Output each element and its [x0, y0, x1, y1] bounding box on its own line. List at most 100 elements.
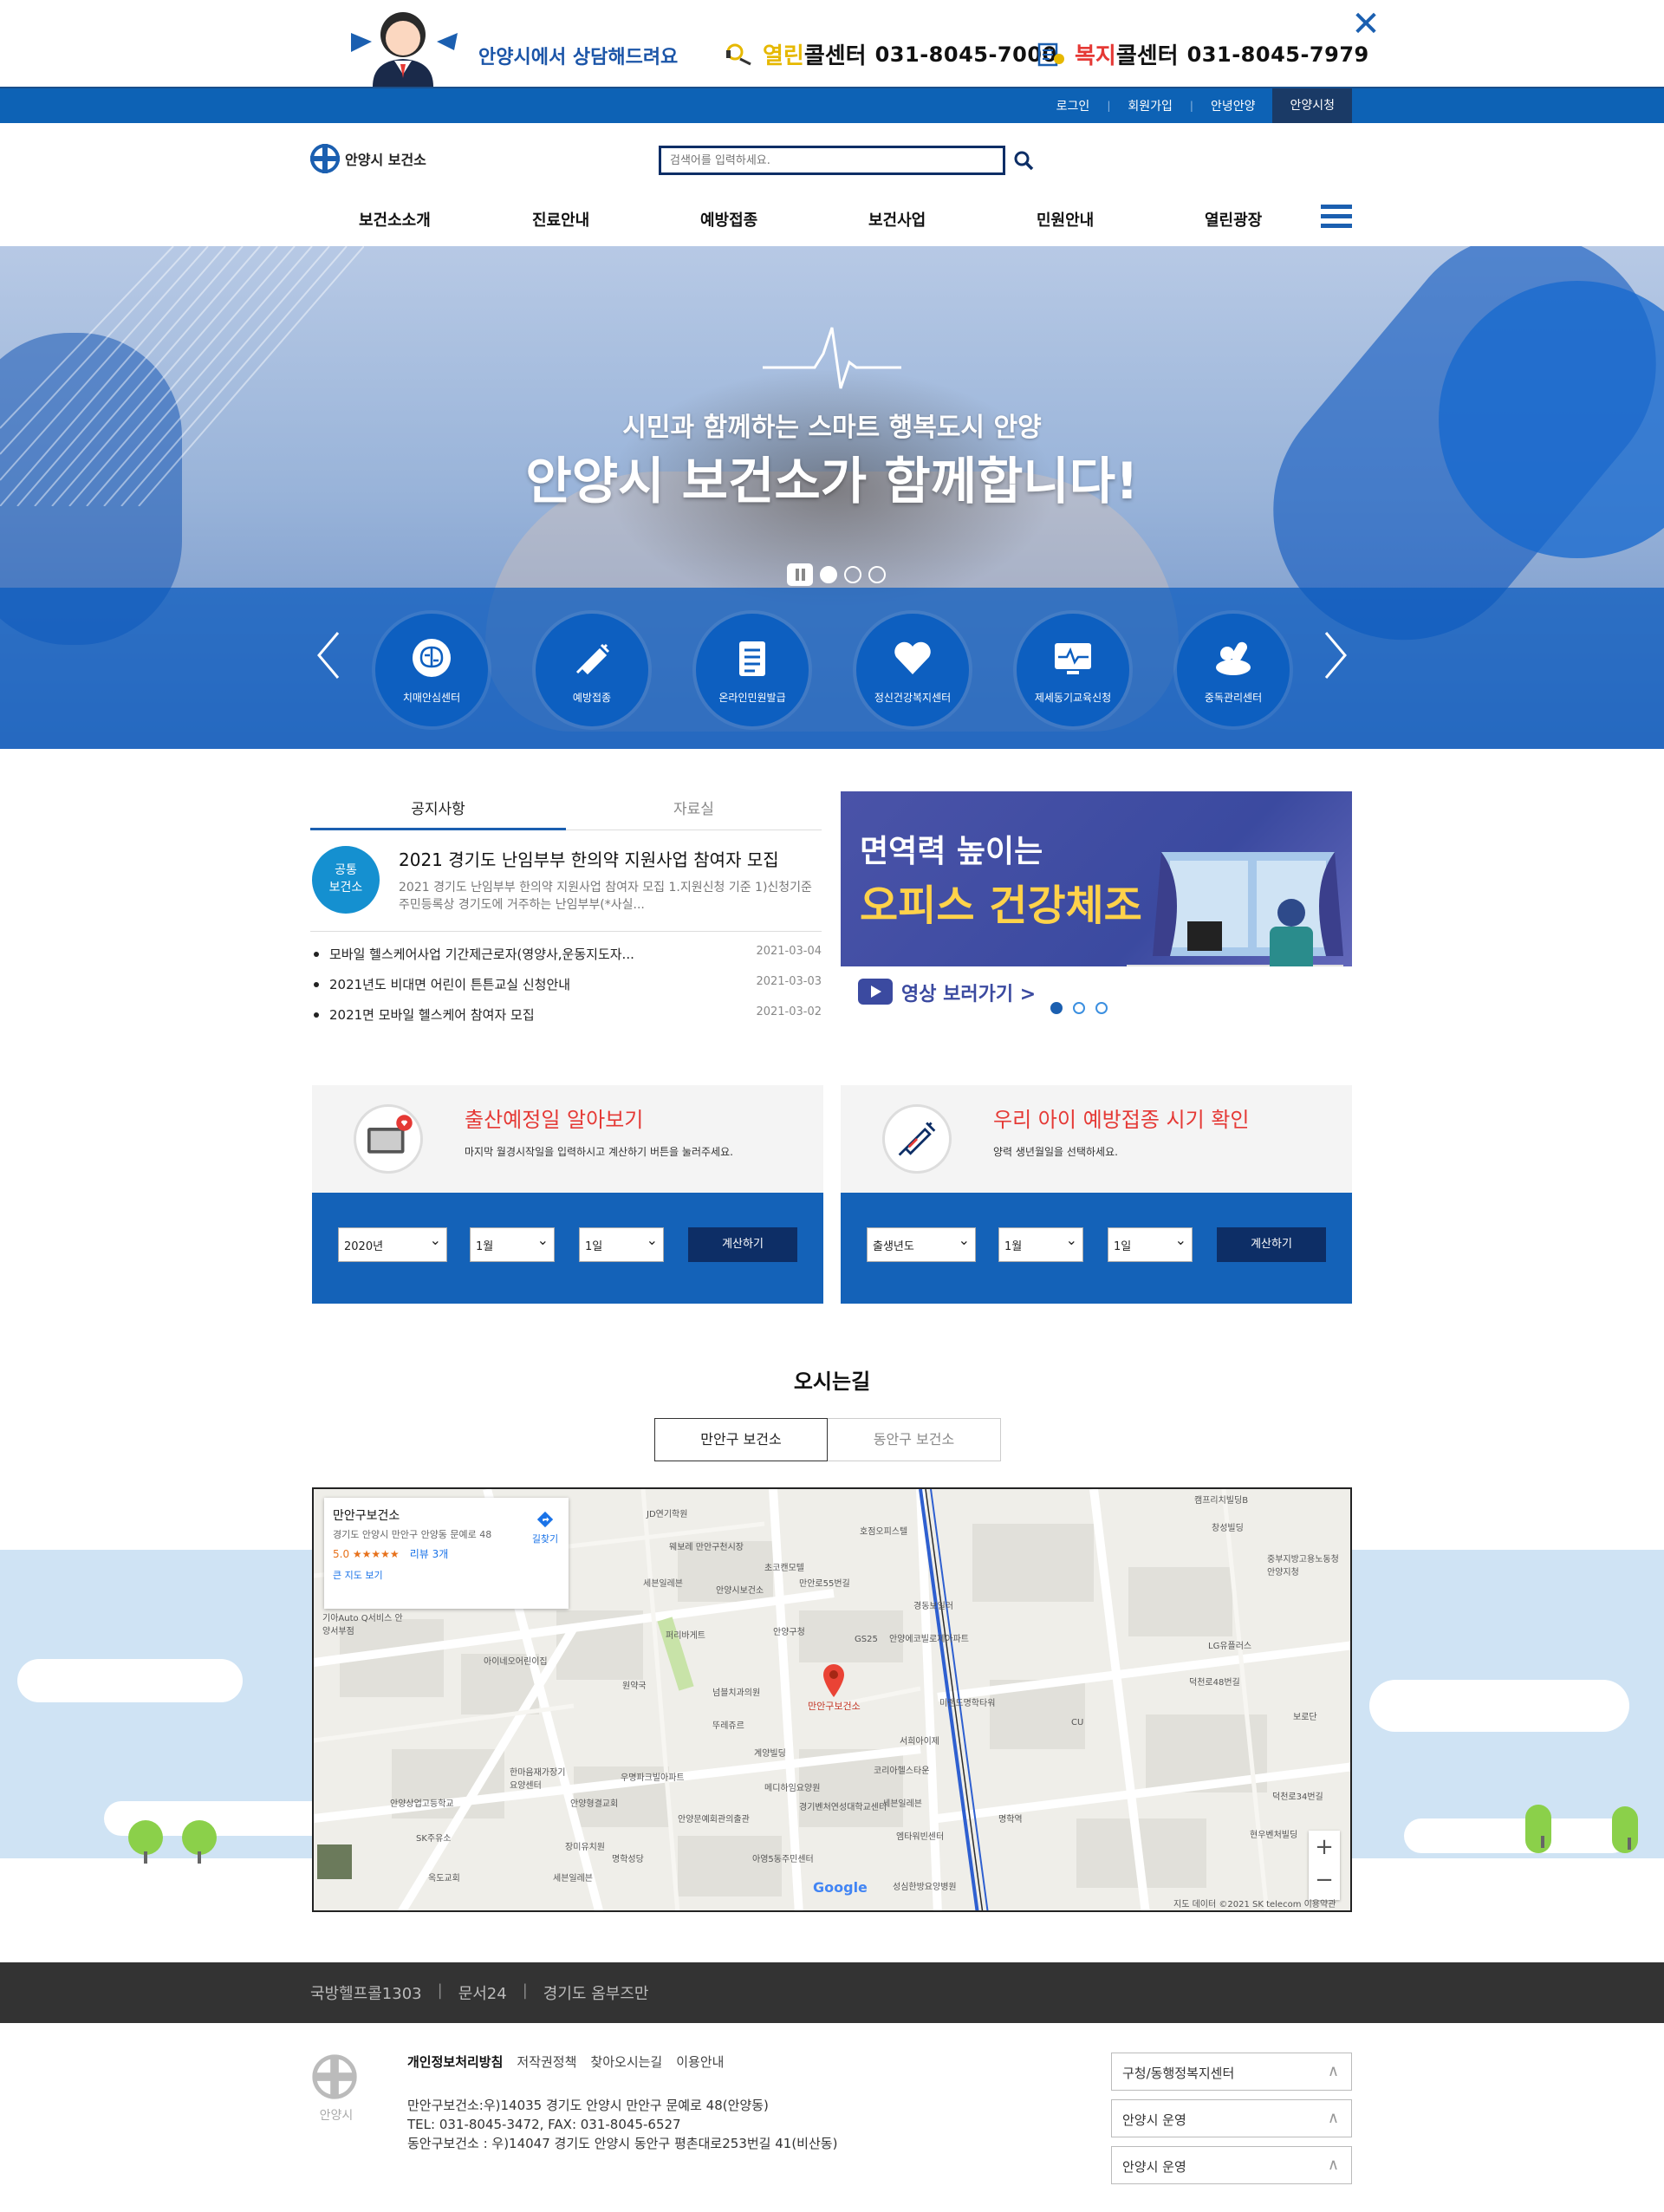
nav-item-health-projects[interactable]: 보건사업	[868, 208, 926, 231]
month-select[interactable]: 1월	[470, 1227, 555, 1262]
quick-defibrillator-training[interactable]: 제세동기교육신청	[1017, 614, 1129, 726]
footer-link[interactable]: 문서24	[458, 1981, 507, 2004]
pills-icon	[1216, 641, 1251, 675]
directions-tabs: 만안구 보건소 동안구 보건소	[654, 1418, 1001, 1461]
google-logo: Google	[813, 1879, 868, 1896]
directions-button[interactable]: 길찾기	[525, 1510, 565, 1545]
directions-link[interactable]: 찾아오시는길	[590, 2053, 662, 2071]
logo-text: 안양시 보건소	[345, 152, 426, 168]
search-input[interactable]	[659, 146, 1005, 175]
map-place-label: 경기벤처연성대학교센터	[799, 1803, 887, 1812]
calc-desc: 양력 생년월일을 선택하세요.	[993, 1146, 1118, 1158]
promo-pager-dot[interactable]	[1095, 1002, 1108, 1014]
map-place-label: 코리아헬스타운	[874, 1766, 930, 1776]
site-logo[interactable]: 안양시 보건소	[310, 144, 426, 173]
nav-item-open-square[interactable]: 열린광장	[1205, 208, 1262, 231]
search-icon[interactable]	[1012, 149, 1035, 172]
district-office-select[interactable]: 구청/동행정복지센터	[1111, 2053, 1352, 2091]
calc-body: 출생년도 1월 1일 계산하기	[841, 1193, 1352, 1304]
hero-pager-dot[interactable]	[844, 566, 861, 583]
open-callcenter[interactable]: 열린콜센터 031-8045-7000	[725, 38, 1057, 70]
footer-links-bar: 국방헬프콜1303 | 문서24 | 경기도 옴부즈만	[0, 1962, 1664, 2023]
map-place-label: 세븐일레븐	[643, 1579, 683, 1589]
anyang-emblem-icon	[310, 144, 340, 173]
hero-title: 안양시 보건소가 함께합니다!	[525, 452, 1139, 511]
menu-icon[interactable]	[1321, 205, 1352, 229]
month-select[interactable]: 1월	[998, 1227, 1083, 1262]
quick-online-certificate[interactable]: 온라인민원발급	[696, 614, 809, 726]
tab-archive[interactable]: 자료실	[566, 792, 822, 830]
anyang-operated-select[interactable]: 안양시 운영	[1111, 2099, 1352, 2137]
notice-date: 2021-03-03	[756, 975, 822, 988]
zoom-in-button[interactable]: +	[1309, 1831, 1340, 1864]
chevron-right-icon[interactable]	[1323, 629, 1349, 681]
city-hall-link[interactable]: 안양시청	[1272, 88, 1352, 123]
birth-year-select[interactable]: 출생년도	[867, 1227, 976, 1262]
tab-notice[interactable]: 공지사항	[310, 792, 566, 830]
promo-pager-dot[interactable]	[1050, 1002, 1063, 1014]
quick-mental-health-center[interactable]: 정신건강복지센터	[856, 614, 969, 726]
nav-item-intro[interactable]: 보건소소개	[359, 208, 431, 231]
tab-dongan-center[interactable]: 동안구 보건소	[828, 1418, 1001, 1461]
promo-video-link[interactable]: 영상 보러가기 >	[901, 979, 1036, 1006]
nav-item-civil-service[interactable]: 민원안내	[1037, 208, 1094, 231]
list-item[interactable]: 2021년도 비대면 어린이 튼튼교실 신청안내 2021-03-03	[314, 975, 822, 1005]
review-link[interactable]: 리뷰 3개	[410, 1548, 449, 1560]
syringe-icon	[882, 1104, 952, 1174]
map-place-label: 웨보레 만안구천시장	[669, 1543, 744, 1552]
nav-item-vaccination[interactable]: 예방접종	[700, 208, 757, 231]
list-item[interactable]: 2021면 모바일 헬스케어 참여자 모집 2021-03-02	[314, 1005, 822, 1036]
place-address: 경기도 안양시 만안구 안양동 문예로 48	[333, 1529, 492, 1540]
footer-logo: 안양시	[310, 2053, 362, 2131]
open-callcenter-number: 031-8045-7000	[874, 42, 1057, 67]
year-select[interactable]: 2020년	[338, 1227, 447, 1262]
footer-link[interactable]: 경기도 옴부즈만	[543, 1981, 649, 2004]
map-place-label: 안양시보건소	[716, 1586, 764, 1596]
annyeong-anyang-link[interactable]: 안녕안양	[1193, 97, 1273, 114]
anyang-operated-select[interactable]: 안양시 운영	[1111, 2146, 1352, 2184]
copyright-policy-link[interactable]: 저작권정책	[517, 2053, 576, 2071]
map-place-label: 퍼리바게트	[666, 1631, 705, 1641]
play-icon[interactable]	[858, 979, 893, 1005]
promo-banner[interactable]: 면역력 높이는 오피스 건강체조 영상 보러가기 >	[841, 791, 1352, 1023]
main-navigation: 보건소소개 진료안내 예방접종 보건사업 민원안내 열린광장	[310, 194, 1354, 246]
calculate-button[interactable]: 계산하기	[688, 1227, 797, 1262]
cloud-decoration	[1404, 1818, 1629, 1853]
quick-label: 온라인민원발급	[718, 692, 786, 704]
calculate-button[interactable]: 계산하기	[1217, 1227, 1326, 1262]
pause-icon[interactable]	[787, 563, 813, 586]
map-place-label: 초코캔모텔	[764, 1564, 804, 1573]
quick-vaccination[interactable]: 예방접종	[536, 614, 648, 726]
location-map[interactable]: 만안구보건소 경기도 안양시 만안구 안양동 문예로 48 5.0 ★★★★★ 리…	[312, 1487, 1352, 1912]
day-select[interactable]: 1일	[1108, 1227, 1193, 1262]
footer-link[interactable]: 국방헬프콜1303	[310, 1981, 422, 2004]
map-place-label: 성심한방요양병원	[893, 1883, 957, 1892]
privacy-policy-link[interactable]: 개인정보처리방침	[407, 2053, 503, 2071]
quick-label: 중독관리센터	[1204, 692, 1263, 704]
zoom-out-button[interactable]: −	[1309, 1864, 1340, 1896]
tab-manan-center[interactable]: 만안구 보건소	[654, 1418, 828, 1461]
close-icon[interactable]: ✕	[1349, 7, 1383, 42]
list-item[interactable]: 모바일 헬스케어사업 기간제근로자(영양사,운동지도자... 2021-03-04	[314, 945, 822, 975]
map-place-label: 뚜레쥬르	[712, 1721, 744, 1731]
badge-line: 보건소	[328, 881, 363, 895]
nav-item-treatment[interactable]: 진료안내	[532, 208, 589, 231]
login-link[interactable]: 로그인	[1039, 97, 1108, 114]
usage-guide-link[interactable]: 이용안내	[676, 2053, 724, 2071]
promo-pager-dot[interactable]	[1073, 1002, 1085, 1014]
day-select[interactable]: 1일	[579, 1227, 664, 1262]
quick-dementia-center[interactable]: 치매안심센터	[375, 614, 488, 726]
map-place-label: 세븐일레븐	[882, 1799, 922, 1809]
view-larger-map-link[interactable]: 큰 지도 보기	[333, 1568, 560, 1582]
map-place-label: 호점오피스텔	[860, 1527, 908, 1537]
map-place-label: 장미유치원	[565, 1843, 605, 1852]
welfare-callcenter[interactable]: 복지콜센터 031-8045-7979	[1037, 38, 1369, 70]
quick-addiction-center[interactable]: 중독관리센터	[1177, 614, 1290, 726]
directions-title: 오시는길	[793, 1369, 871, 1394]
hero-pager-dot[interactable]	[868, 566, 886, 583]
signup-link[interactable]: 회원가입	[1110, 97, 1190, 114]
featured-notice-title[interactable]: 2021 경기도 난임부부 한의약 지원사업 참여자 모집	[399, 846, 779, 871]
chevron-left-icon[interactable]	[315, 629, 341, 681]
map-place-label: 넘블치과의원	[712, 1688, 761, 1698]
hero-pager-dot[interactable]	[820, 566, 837, 583]
